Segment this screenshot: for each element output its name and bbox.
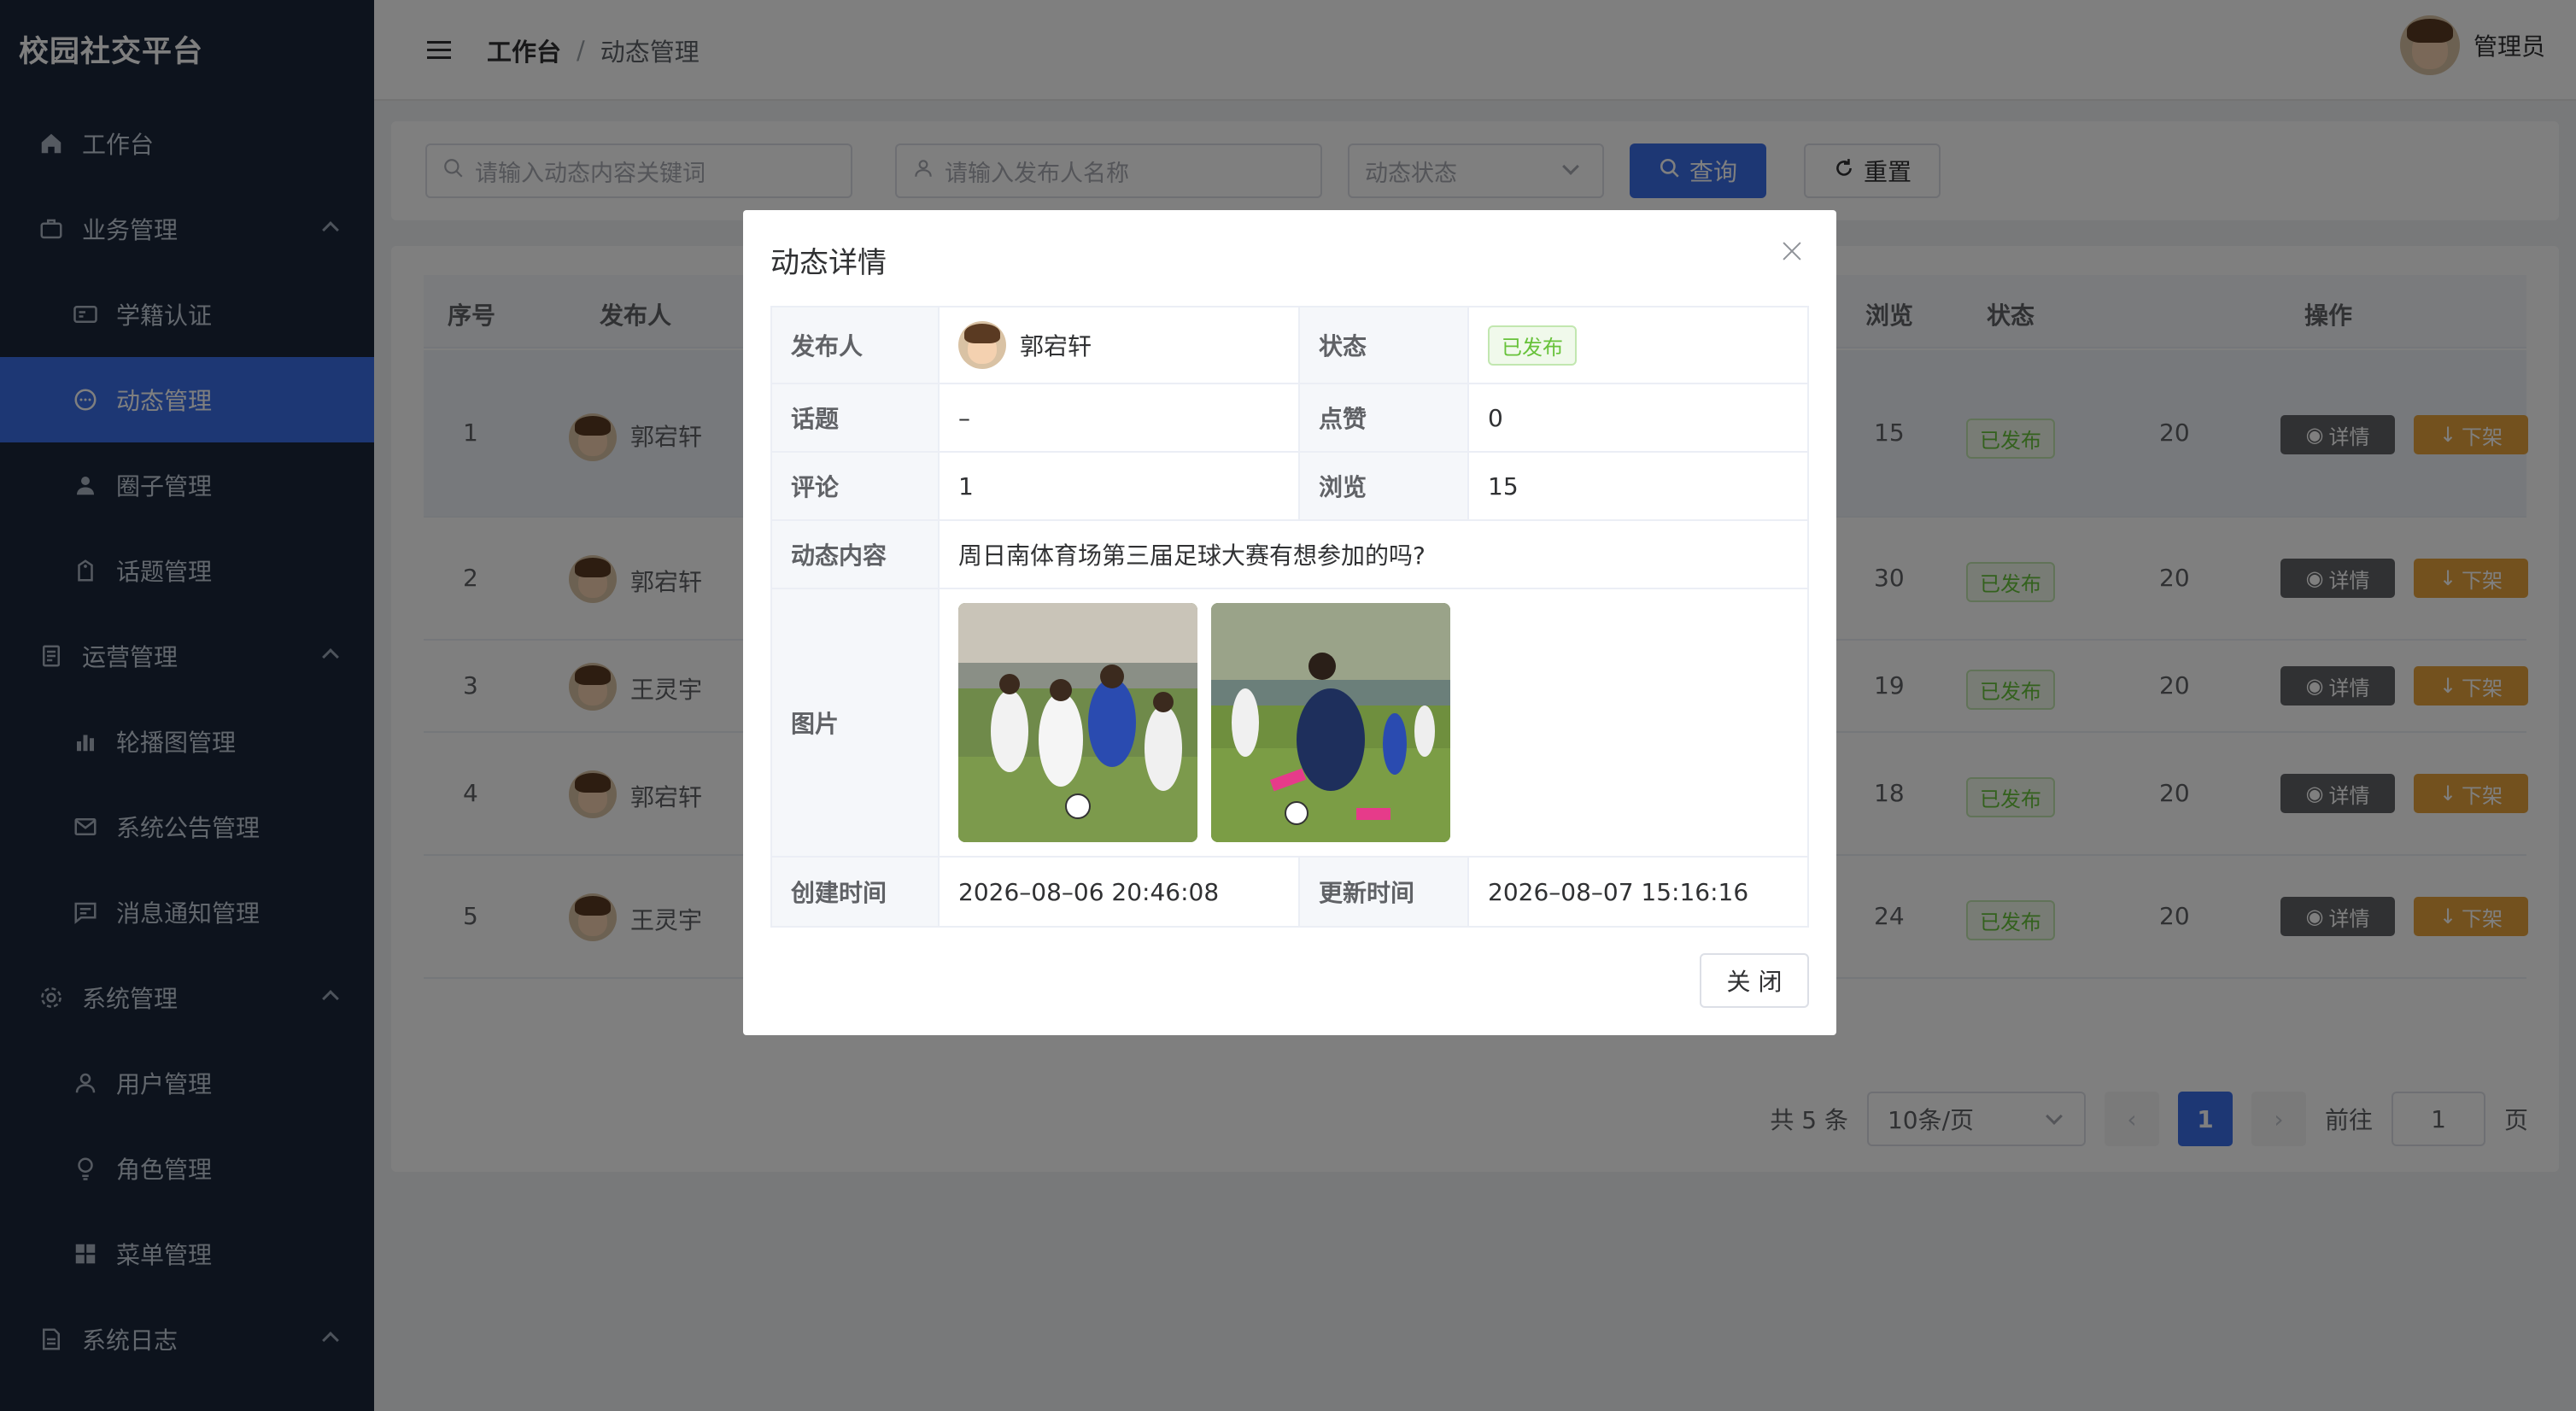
app-root: 校园社交平台 工作台 业务管理 学籍认证 动态管理 圈子管理 话题管理	[0, 0, 2576, 1411]
created-value: 2026–08–06 20:46:08	[940, 858, 1300, 926]
status-label: 状态	[1300, 307, 1469, 383]
views-label: 浏览	[1300, 453, 1469, 519]
content-value: 周日南体育场第三届足球大赛有想参加的吗?	[958, 542, 1426, 570]
post-detail-dialog: 动态详情 发布人 郭宕轩 状态 已发布 话题 – 点赞 0 评论 1 浏览 15…	[743, 210, 1836, 1035]
post-image[interactable]	[1211, 603, 1450, 842]
detail-row: 发布人 郭宕轩 状态 已发布	[772, 307, 1807, 384]
publisher-value-cell: 郭宕轩	[940, 307, 1300, 383]
detail-descriptions: 发布人 郭宕轩 状态 已发布 话题 – 点赞 0 评论 1 浏览 15 动态内容…	[770, 306, 1809, 928]
images-label: 图片	[772, 589, 940, 856]
close-icon[interactable]	[1777, 236, 1807, 266]
likes-value: 0	[1488, 403, 1503, 432]
updated-label: 更新时间	[1300, 858, 1469, 926]
publisher-value: 郭宕轩	[1020, 332, 1092, 360]
comments-value: 1	[940, 453, 1300, 519]
detail-row: 图片	[772, 589, 1807, 858]
status-badge: 已发布	[1488, 325, 1577, 366]
likes-label: 点赞	[1300, 384, 1469, 451]
created-label: 创建时间	[772, 858, 940, 926]
topic-label: 话题	[772, 384, 940, 451]
content-label: 动态内容	[772, 521, 940, 588]
detail-row: 动态内容 周日南体育场第三届足球大赛有想参加的吗?	[772, 521, 1807, 589]
detail-row: 话题 – 点赞 0	[772, 384, 1807, 453]
detail-row: 创建时间 2026–08–06 20:46:08 更新时间 2026–08–07…	[772, 858, 1807, 926]
avatar	[958, 321, 1006, 369]
topic-value: –	[940, 384, 1300, 451]
publisher-label: 发布人	[772, 307, 940, 383]
post-image[interactable]	[958, 603, 1197, 842]
comments-label: 评论	[772, 453, 940, 519]
views-value: 15	[1488, 471, 1519, 501]
detail-row: 评论 1 浏览 15	[772, 453, 1807, 521]
dialog-title: 动态详情	[770, 246, 887, 280]
status-value-cell: 已发布	[1469, 307, 1807, 383]
dialog-close-button[interactable]: 关 闭	[1700, 953, 1809, 1008]
images-cell	[940, 589, 1807, 856]
updated-value: 2026–08–07 15:16:16	[1488, 877, 1749, 906]
